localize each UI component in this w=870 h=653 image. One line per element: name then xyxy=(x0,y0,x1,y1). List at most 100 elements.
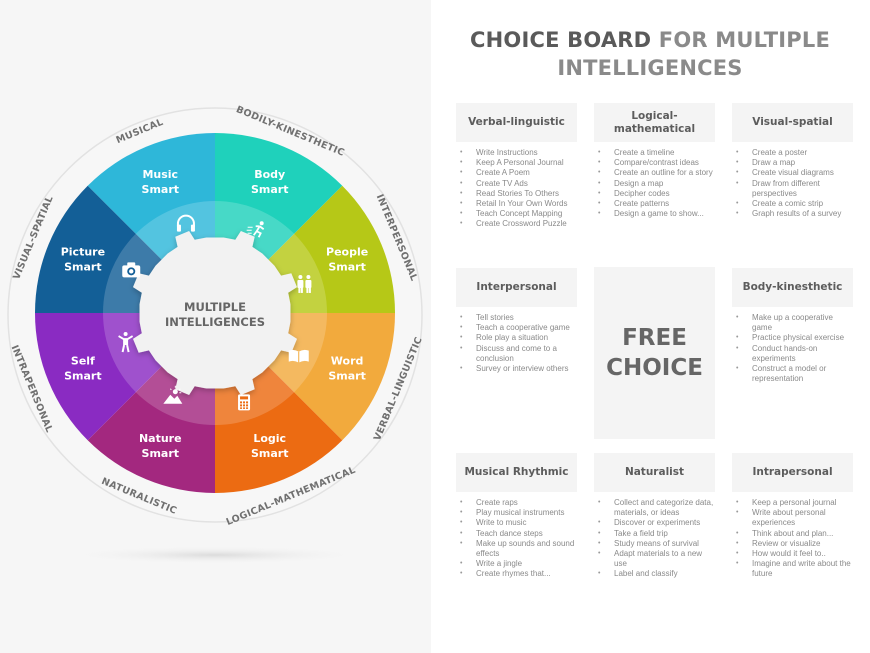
activity-item: Create TV Ads xyxy=(456,179,577,189)
segment-label-line2: Smart xyxy=(251,447,289,460)
activity-item: Write about personal experiences xyxy=(732,508,853,528)
activity-item: Decipher codes xyxy=(594,189,715,199)
activity-item: Write a jingle xyxy=(456,559,577,569)
activity-item: How would it feel to.. xyxy=(732,549,853,559)
activity-list: Collect and categorize data, materials, … xyxy=(594,498,715,580)
card-logical-mathematical: Logical-mathematical Create a timelineCo… xyxy=(594,103,715,220)
segment-label-line1: People xyxy=(326,245,368,258)
segment-label-line2: Smart xyxy=(142,447,180,460)
open-book-icon xyxy=(288,349,309,363)
free-choice-box[interactable]: FREE CHOICE xyxy=(594,267,715,439)
activity-item: Tell stories xyxy=(456,313,577,323)
calculator-icon xyxy=(238,394,251,411)
card-verbal-linguistic: Verbal-linguistic Write InstructionsKeep… xyxy=(456,103,577,230)
segment-label-line2: Smart xyxy=(328,260,366,273)
activity-list: Tell storiesTeach a cooperative gameRole… xyxy=(456,313,577,374)
card-naturalist: Naturalist Collect and categorize data, … xyxy=(594,453,715,580)
segment-label-line2: Smart xyxy=(328,370,366,383)
activity-item: Keep a personal journal xyxy=(732,498,853,508)
activity-item: Discover or experiments xyxy=(594,518,715,528)
activity-item: Compare/contrast ideas xyxy=(594,158,715,168)
activity-item: Study means of survival xyxy=(594,539,715,549)
activity-item: Construct a model or representation xyxy=(732,364,853,384)
activity-item: Take a field trip xyxy=(594,529,715,539)
activity-item: Conduct hands-on experiments xyxy=(732,344,853,364)
segment-label-line1: Body xyxy=(254,168,285,181)
activity-item: Draw from different perspectives xyxy=(732,179,853,199)
card-title: Musical Rhythmic xyxy=(456,453,577,492)
center-label-line1: MULTIPLE xyxy=(184,300,246,314)
activity-item: Keep A Personal Journal xyxy=(456,158,577,168)
activity-item: Create raps xyxy=(456,498,577,508)
activity-item: Retail In Your Own Words xyxy=(456,199,577,209)
card-musical-rhythmic: Musical Rhythmic Create rapsPlay musical… xyxy=(456,453,577,580)
activity-item: Design a game to show... xyxy=(594,209,715,219)
segment-label-line1: Word xyxy=(331,355,364,368)
activity-list: Make up a cooperative gamePractice physi… xyxy=(732,313,853,384)
activity-item: Design a map xyxy=(594,179,715,189)
free-choice-line2: CHOICE xyxy=(606,355,703,381)
activity-list: Create a posterDraw a mapCreate visual d… xyxy=(732,148,853,220)
activity-item: Collect and categorize data, materials, … xyxy=(594,498,715,518)
activity-item: Graph results of a survey xyxy=(732,209,853,219)
activity-item: Create a timeline xyxy=(594,148,715,158)
activity-item: Review or visualize xyxy=(732,539,853,549)
multiple-intelligences-wheel: MULTIPLE INTELLIGENCES Music Smart Body Sma… xyxy=(7,104,425,564)
card-body-kinesthetic: Body-kinesthetic Make up a cooperative g… xyxy=(732,268,853,384)
activity-item: Play musical instruments xyxy=(456,508,577,518)
segment-label-line2: Smart xyxy=(64,370,102,383)
activity-item: Draw a map xyxy=(732,158,853,168)
activity-item: Label and classify xyxy=(594,569,715,579)
activity-list: Create a timelineCompare/contrast ideasC… xyxy=(594,148,715,220)
card-title: Verbal-linguistic xyxy=(456,103,577,142)
activity-item: Think about and plan... xyxy=(732,529,853,539)
activity-list: Keep a personal journalWrite about perso… xyxy=(732,498,853,580)
activity-item: Create a comic strip xyxy=(732,199,853,209)
activity-item: Practice physical exercise xyxy=(732,333,853,343)
segment-label-line1: Self xyxy=(71,355,95,368)
activity-list: Create rapsPlay musical instrumentsWrite… xyxy=(456,498,577,580)
segment-label-line1: Logic xyxy=(253,432,286,445)
activity-item: Create Crossword Puzzle xyxy=(456,219,577,229)
activity-item: Read Stories To Others xyxy=(456,189,577,199)
activity-item: Write to music xyxy=(456,518,577,528)
activity-item: Create rhymes that... xyxy=(456,569,577,579)
activity-item: Make up a cooperative game xyxy=(732,313,853,333)
center-label-line2: INTELLIGENCES xyxy=(165,315,265,329)
card-title: Intrapersonal xyxy=(732,453,853,492)
free-choice-line1: FREE xyxy=(622,325,687,351)
card-title: Naturalist xyxy=(594,453,715,492)
segment-label-line1: Nature xyxy=(139,432,182,445)
segment-label-line1: Picture xyxy=(61,245,105,258)
card-title: Interpersonal xyxy=(456,268,577,307)
card-title: Body-kinesthetic xyxy=(732,268,853,307)
segment-label-line1: Music xyxy=(142,168,178,181)
activity-item: Create a poster xyxy=(732,148,853,158)
segment-label-line2: Smart xyxy=(251,183,289,196)
activity-item: Imagine and write about the future xyxy=(732,559,853,579)
activity-item: Make up sounds and sound effects xyxy=(456,539,577,559)
activity-item: Role play a situation xyxy=(456,333,577,343)
activity-item: Create A Poem xyxy=(456,168,577,178)
page-title: CHOICE BOARD FOR MULTIPLE INTELLIGENCES xyxy=(440,26,860,82)
activity-item: Write Instructions xyxy=(456,148,577,158)
activity-item: Create patterns xyxy=(594,199,715,209)
activity-item: Teach a cooperative game xyxy=(456,323,577,333)
activity-item: Create visual diagrams xyxy=(732,168,853,178)
activity-item: Teach Concept Mapping xyxy=(456,209,577,219)
wheel-shadow xyxy=(65,546,365,564)
card-title: Logical-mathematical xyxy=(594,103,715,142)
title-dark-part: CHOICE BOARD xyxy=(470,28,652,52)
segment-label-line2: Smart xyxy=(142,183,180,196)
activity-item: Discuss and come to a conclusion xyxy=(456,344,577,364)
activity-item: Teach dance steps xyxy=(456,529,577,539)
activity-item: Create an outline for a story xyxy=(594,168,715,178)
card-visual-spatial: Visual-spatial Create a posterDraw a map… xyxy=(732,103,853,220)
card-interpersonal: Interpersonal Tell storiesTeach a cooper… xyxy=(456,268,577,374)
card-intrapersonal: Intrapersonal Keep a personal journalWri… xyxy=(732,453,853,580)
segment-label-line2: Smart xyxy=(64,260,102,273)
activity-item: Survey or interview others xyxy=(456,364,577,374)
card-title: Visual-spatial xyxy=(732,103,853,142)
activity-list: Write InstructionsKeep A Personal Journa… xyxy=(456,148,577,230)
activity-item: Adapt materials to a new use xyxy=(594,549,715,569)
